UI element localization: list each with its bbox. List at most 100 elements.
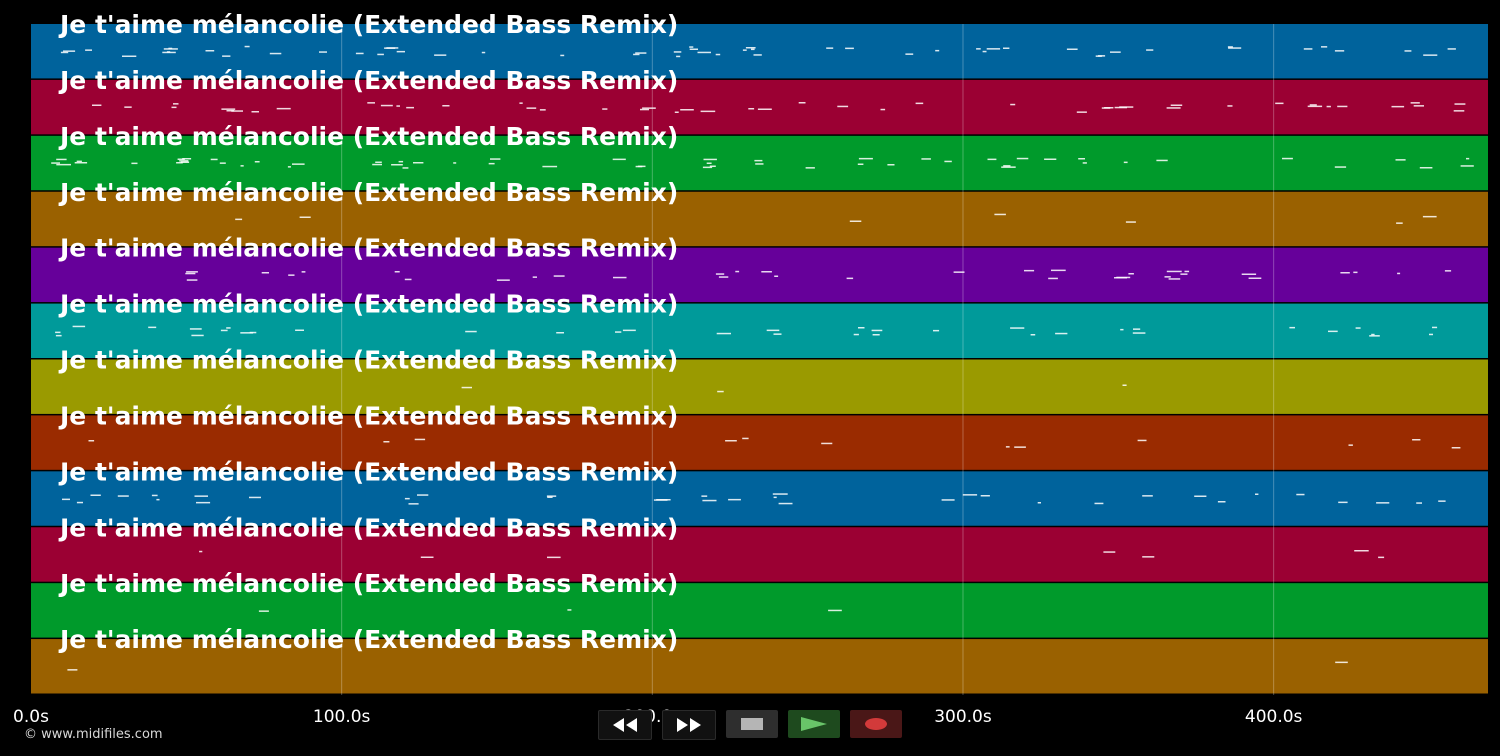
note-marker: [1010, 327, 1025, 329]
note-marker: [526, 107, 537, 109]
note-marker: [249, 331, 257, 334]
note-marker: [1460, 165, 1474, 167]
note-marker: [67, 669, 78, 671]
note-marker: [742, 49, 747, 51]
note-marker: [1168, 278, 1181, 280]
note-marker: [1419, 167, 1433, 169]
stop-button[interactable]: [726, 710, 778, 738]
note-marker: [377, 53, 384, 56]
note-marker: [185, 272, 196, 275]
note-marker: [755, 163, 764, 165]
note-marker: [858, 327, 865, 329]
note-marker: [1397, 272, 1401, 275]
note-marker: [1024, 269, 1035, 272]
note-marker: [1156, 159, 1168, 162]
note-marker: [226, 110, 235, 112]
note-marker: [773, 496, 777, 499]
note-marker: [774, 275, 779, 277]
note-marker: [798, 102, 806, 104]
note-marker: [319, 51, 327, 53]
note-marker: [1164, 276, 1171, 278]
note-marker: [391, 164, 403, 166]
note-marker: [853, 333, 859, 336]
note-marker: [383, 441, 390, 443]
note-marker: [1404, 50, 1412, 52]
note-marker: [858, 157, 873, 160]
note-marker: [240, 165, 244, 167]
note-marker: [221, 108, 236, 110]
note-marker: [1078, 158, 1085, 160]
note-marker: [60, 51, 69, 54]
fast-forward-button[interactable]: [662, 710, 716, 740]
note-marker: [1132, 332, 1146, 334]
note-marker: [148, 326, 157, 329]
note-marker: [766, 329, 780, 332]
note-marker: [1391, 105, 1405, 108]
note-marker: [633, 53, 640, 56]
play-icon: [801, 717, 827, 731]
note-marker: [186, 279, 198, 281]
play-button[interactable]: [788, 710, 840, 738]
note-marker: [1248, 277, 1262, 279]
note-marker: [1355, 327, 1361, 329]
note-marker: [199, 550, 203, 553]
note-marker: [702, 499, 717, 502]
note-marker: [442, 105, 450, 107]
note-marker: [1334, 166, 1347, 168]
note-marker: [62, 498, 70, 501]
note-marker: [258, 610, 269, 612]
note-marker: [1413, 105, 1424, 107]
note-marker: [547, 496, 553, 498]
time-tick-label: 400.0s: [1245, 707, 1303, 727]
note-marker: [55, 334, 62, 337]
note-marker: [380, 104, 393, 107]
note-marker: [1180, 273, 1188, 275]
note-marker: [156, 498, 160, 501]
note-marker: [299, 216, 311, 218]
note-marker: [602, 108, 608, 110]
note-marker: [717, 390, 724, 393]
note-marker: [254, 161, 260, 163]
note-marker: [222, 55, 231, 57]
note-marker: [1122, 384, 1127, 386]
note-marker: [1098, 55, 1106, 57]
note-marker: [1166, 270, 1182, 273]
note-marker: [1338, 501, 1348, 504]
note-marker: [1255, 493, 1259, 495]
note-marker: [1076, 111, 1087, 113]
note-marker: [1326, 105, 1331, 108]
note-marker: [1001, 166, 1016, 168]
note-marker: [173, 103, 179, 105]
note-marker: [1309, 104, 1317, 106]
note-marker: [414, 438, 426, 441]
track-name: Je t'aime mélancolie (Extended Bass Remi…: [58, 234, 678, 263]
note-marker: [1307, 105, 1323, 108]
note-marker: [1003, 165, 1011, 167]
note-marker: [1055, 332, 1068, 335]
note-marker: [994, 213, 1006, 216]
note-marker: [85, 49, 92, 51]
record-button[interactable]: [850, 710, 902, 738]
track-name: Je t'aime mélancolie (Extended Bass Remi…: [58, 569, 678, 598]
note-marker: [1303, 48, 1313, 50]
note-marker: [547, 556, 561, 559]
note-marker: [753, 54, 762, 56]
note-marker: [171, 106, 177, 109]
note-marker: [556, 332, 564, 334]
note-marker: [210, 158, 218, 161]
note-marker: [1412, 439, 1421, 441]
note-marker: [615, 331, 622, 333]
rewind-button[interactable]: [598, 710, 652, 740]
note-marker: [542, 165, 558, 168]
note-marker: [194, 495, 208, 497]
note-marker: [249, 496, 261, 499]
note-marker: [1447, 48, 1456, 50]
track-name: Je t'aime mélancolie (Extended Bass Remi…: [58, 10, 678, 39]
note-marker: [1228, 47, 1242, 49]
note-marker: [461, 386, 472, 389]
note-marker: [1142, 495, 1153, 497]
note-marker: [355, 52, 364, 55]
record-icon: [865, 718, 887, 730]
note-marker: [735, 270, 740, 273]
note-marker: [689, 48, 698, 50]
